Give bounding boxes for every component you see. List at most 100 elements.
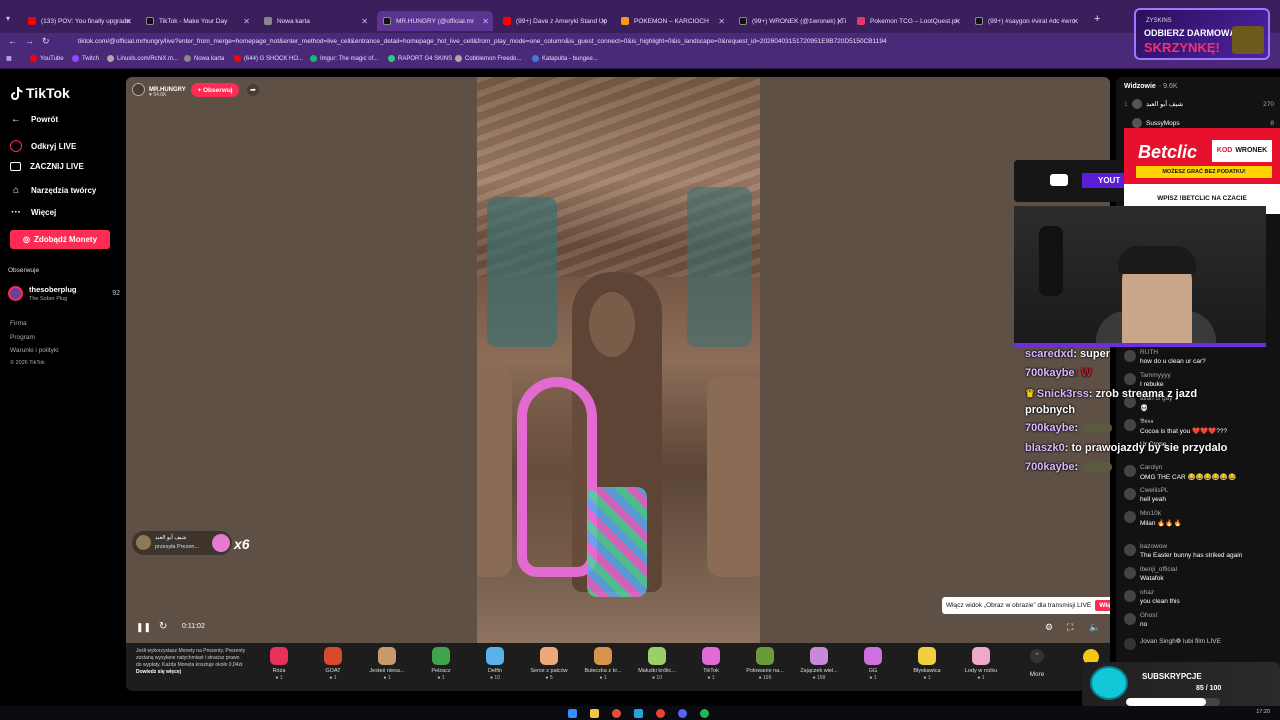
apps-icon[interactable]: ▦ xyxy=(6,55,12,62)
live-video[interactable] xyxy=(477,77,760,643)
close-icon[interactable]: ✕ xyxy=(836,17,843,26)
tiktok-logo[interactable]: TikTok xyxy=(11,85,70,101)
folder-icon[interactable] xyxy=(590,709,599,718)
nav-discover-live[interactable]: Odkryj LIVE xyxy=(10,140,76,152)
browser-tab[interactable]: Nowa karta ✕ xyxy=(258,11,372,31)
nav-start-live[interactable]: ZACZNIJ LIVE xyxy=(10,162,84,171)
chat-username[interactable]: 𝕭𝖔𝖘𝖘 xyxy=(1140,418,1153,426)
spotify-icon[interactable] xyxy=(700,709,709,718)
close-icon[interactable]: ✕ xyxy=(361,17,368,26)
gift-item[interactable]: Lody w rożku ● 1 xyxy=(954,647,1008,681)
avatar xyxy=(1124,419,1136,431)
browser-tab[interactable]: (133) POV: You finally upgrade ✕ xyxy=(22,11,136,31)
forward-icon[interactable]: → xyxy=(25,36,34,46)
top-viewer[interactable]: SussyMops 8 xyxy=(1124,118,1274,128)
gift-item[interactable]: Zajączek wiel... ● 199 xyxy=(792,647,846,681)
gift-item[interactable]: Róża ● 1 xyxy=(252,647,306,681)
gift-item[interactable]: Jesteś niesa... ● 1 xyxy=(360,647,414,681)
volume-icon[interactable]: 🔈 xyxy=(1089,622,1100,633)
bookmark-twitch[interactable]: Twitch xyxy=(72,55,99,62)
discord-icon[interactable] xyxy=(678,709,687,718)
get-coins-button[interactable]: ◎ Zdobądź Monety xyxy=(10,230,110,249)
top-viewer[interactable]: 1 شيف أبو العبد 270 xyxy=(1124,99,1274,109)
gift-item[interactable]: Delfin ● 10 xyxy=(468,647,522,681)
bookmark-new-tab[interactable]: Nowa karta xyxy=(184,55,224,62)
bookmark-cobblemon[interactable]: Cobblemon Freedo... xyxy=(455,55,521,62)
chat-username[interactable]: lbenji_official xyxy=(1140,566,1177,573)
gift-item[interactable]: TikTok ● 1 xyxy=(684,647,738,681)
back-link[interactable]: ← Powrót xyxy=(10,113,58,125)
new-tab-button[interactable]: + xyxy=(1094,13,1100,25)
bookmark-gshock[interactable]: (644) G SHOCK HO... xyxy=(234,55,303,62)
more-gifts-button[interactable]: ⌃ More xyxy=(1026,649,1048,678)
host-info[interactable]: MR.HUNGRY ♥ 54.6K xyxy=(132,83,186,98)
viewers-header[interactable]: Widzowie · 9.6K xyxy=(1124,83,1178,90)
learn-more-link[interactable]: Dowiedz się więcej xyxy=(136,669,181,675)
chat-username[interactable]: Carolyn xyxy=(1140,464,1162,471)
close-icon[interactable]: ✕ xyxy=(718,17,725,26)
settings-icon[interactable]: ⚙ xyxy=(1045,622,1053,633)
gift-item[interactable]: Maluśki królic... ● 10 xyxy=(630,647,684,681)
chrome-icon[interactable] xyxy=(656,709,665,718)
browser-tab[interactable]: (99+) #saygon #viral #dc #wro ✕ xyxy=(969,11,1083,31)
live-icon xyxy=(10,140,22,152)
tab-list-icon[interactable]: ▾ xyxy=(6,14,16,26)
footer-link[interactable]: Program xyxy=(10,334,35,341)
chat-username[interactable]: CwellisPL xyxy=(1140,487,1169,494)
bookmark-imgur[interactable]: Imgur: The magic of... xyxy=(310,55,378,62)
arrow-left-icon: ← xyxy=(11,113,21,125)
nav-more[interactable]: ··· Więcej xyxy=(10,206,56,218)
refresh-icon[interactable]: ↻ xyxy=(159,621,167,632)
gift-item[interactable]: Błyskawica ● 1 xyxy=(900,647,954,681)
gift-item[interactable]: Serce z palców ● 5 xyxy=(522,647,576,681)
stream-chat-msg: : super xyxy=(1073,348,1110,360)
close-icon[interactable]: ✕ xyxy=(1072,17,1079,26)
fullscreen-icon[interactable]: ⛶ xyxy=(1067,622,1073,633)
back-icon[interactable]: ← xyxy=(8,36,17,46)
subs-progress-bar xyxy=(1126,698,1220,706)
close-icon[interactable]: ✕ xyxy=(125,17,132,26)
bookmark-linuxls[interactable]: Linuxls.com/RchiX.m... xyxy=(107,55,178,62)
footer-link[interactable]: Warunki i polityki xyxy=(10,347,59,354)
gift-item[interactable]: Polowanie na... ● 199 xyxy=(738,647,792,681)
browser-tab[interactable]: Pokemon TCG – LootQuest.pl ✕ xyxy=(851,11,965,31)
windows-start-icon[interactable] xyxy=(568,709,577,718)
bookmark-youtube[interactable]: YouTube xyxy=(30,55,64,62)
chat-username[interactable]: ohaz xyxy=(1140,589,1154,596)
nav-label: Więcej xyxy=(31,207,57,217)
browser-tab[interactable]: (99+) WRONEK (@1wronek) | Ti ✕ xyxy=(733,11,847,31)
bookmark-katapulta[interactable]: Katapulta - bungee... xyxy=(532,55,598,62)
banner-line: ODBIERZ DARMOWĄ xyxy=(1144,28,1236,38)
gift-item[interactable]: Bułeczka z kr... ● 1 xyxy=(576,647,630,681)
footer-link[interactable]: Firma xyxy=(10,320,27,327)
telegram-icon[interactable] xyxy=(634,709,643,718)
pause-icon[interactable]: ❚❚ xyxy=(136,622,151,633)
browser-tab-active[interactable]: MR.HUNGRY (@official.mr ✕ xyxy=(377,11,493,31)
chat-username[interactable]: Min10k xyxy=(1140,510,1161,517)
chat-username[interactable]: Ghost xyxy=(1140,612,1157,619)
browser-tab[interactable]: (99+) Dave z Ameryki Stand Up ✕ xyxy=(497,11,611,31)
chat-username[interactable]: Tammyyyy xyxy=(1140,372,1171,379)
tab-label: (99+) #saygon #viral #dc #wro xyxy=(988,17,1076,25)
browser-tab[interactable]: POKEMON – KARCIOCH ✕ xyxy=(615,11,729,31)
gift-item[interactable]: Pełzacz ● 1 xyxy=(414,647,468,681)
address-bar[interactable]: tiktok.com/@official.mrhungry/live?enter… xyxy=(60,35,1120,49)
app-icon[interactable] xyxy=(612,709,621,718)
close-icon[interactable]: ✕ xyxy=(600,17,607,26)
avatar xyxy=(1124,590,1136,602)
bookmark-raport[interactable]: RAPORT G4 SKINS xyxy=(388,55,452,62)
gift-item[interactable]: GOAT ● 1 xyxy=(306,647,360,681)
gift-item[interactable]: GG ● 1 xyxy=(846,647,900,681)
reload-icon[interactable]: ↻ xyxy=(42,36,50,47)
close-icon[interactable]: ✕ xyxy=(954,17,961,26)
nav-creator-tools[interactable]: ⌂ Narzędzia twórcy xyxy=(10,184,96,196)
browser-tab[interactable]: TikTok - Make Your Day ✕ xyxy=(140,11,254,31)
close-icon[interactable]: ✕ xyxy=(243,17,250,26)
chat-username[interactable]: RUTH xyxy=(1140,349,1158,356)
share-icon[interactable]: ➦ xyxy=(247,84,259,96)
followed-user[interactable]: thesoberplug The Sober Plug 92 xyxy=(8,285,120,305)
follow-button[interactable]: + Obserwuj xyxy=(191,83,239,97)
close-icon[interactable]: ✕ xyxy=(482,17,489,26)
chat-username[interactable]: bazowow xyxy=(1140,543,1167,550)
pip-enable-button[interactable]: Włącz xyxy=(1095,600,1110,611)
